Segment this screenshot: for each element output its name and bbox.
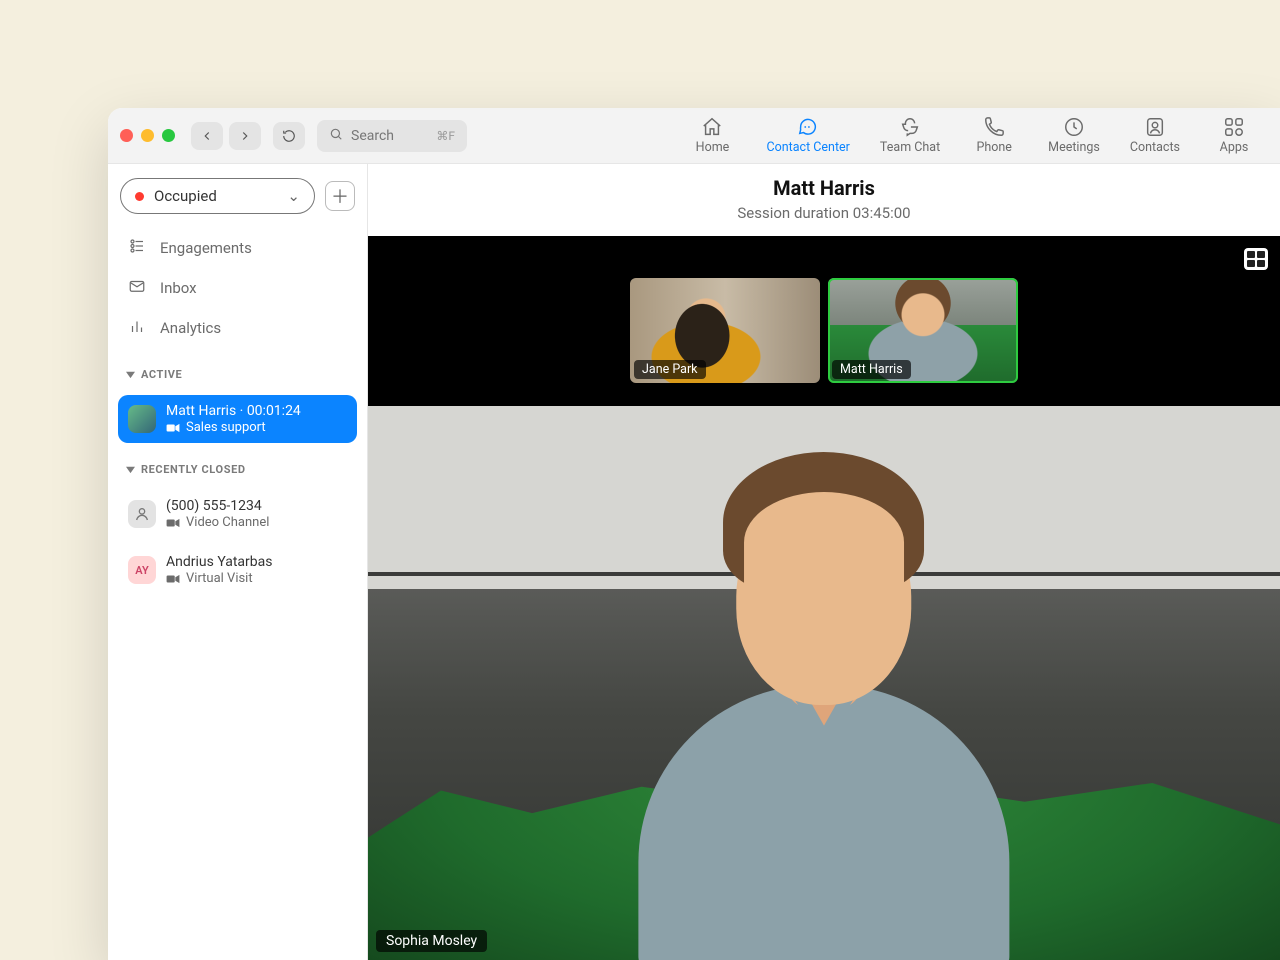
participant-name-badge: Matt Harris bbox=[832, 360, 911, 379]
nav-label: Team Chat bbox=[880, 140, 940, 155]
nav-label: Meetings bbox=[1048, 140, 1100, 155]
main-panel: Matt Harris Session duration 03:45:00 Ja… bbox=[368, 164, 1280, 960]
nav-team-chat[interactable]: Team Chat bbox=[880, 116, 940, 155]
nav-label: Phone bbox=[976, 140, 1011, 155]
engagement-title: Andrius Yatarbas bbox=[166, 554, 273, 570]
agent-status-label: Occupied bbox=[154, 187, 217, 205]
video-area: Jane Park Matt Harris bbox=[368, 236, 1280, 960]
session-duration: Session duration 03:45:00 bbox=[368, 204, 1280, 222]
engagement-channel: Sales support bbox=[166, 420, 301, 435]
participant-name-badge: Sophia Mosley bbox=[376, 930, 487, 952]
video-icon bbox=[166, 518, 180, 528]
video-thumbnail-strip: Jane Park Matt Harris bbox=[630, 278, 1018, 383]
video-person bbox=[560, 450, 1089, 960]
status-dot-icon bbox=[135, 192, 144, 201]
engagement-item-active[interactable]: Matt Harris · 00:01:24 Sales support bbox=[118, 395, 357, 443]
sidebar-item-label: Engagements bbox=[160, 239, 252, 257]
avatar bbox=[128, 405, 156, 433]
search-placeholder: Search bbox=[351, 128, 394, 144]
bar-chart-icon bbox=[128, 317, 146, 339]
caret-down-icon bbox=[126, 370, 135, 379]
new-engagement-button[interactable]: ＋ bbox=[325, 181, 355, 211]
sidebar: Occupied ⌄ ＋ Engagements Inbox Analytics bbox=[108, 164, 368, 960]
video-thumbnail[interactable]: Jane Park bbox=[630, 278, 820, 383]
sidebar-nav: Engagements Inbox Analytics bbox=[116, 222, 359, 348]
agent-status-dropdown[interactable]: Occupied ⌄ bbox=[120, 178, 315, 214]
top-nav: Home Contact Center Team Chat Phone Meet… bbox=[688, 116, 1268, 155]
sidebar-item-analytics[interactable]: Analytics bbox=[118, 308, 357, 348]
back-button[interactable] bbox=[191, 122, 223, 150]
nav-contacts[interactable]: Contacts bbox=[1130, 116, 1180, 155]
chevron-down-icon: ⌄ bbox=[287, 187, 300, 205]
video-icon bbox=[166, 574, 180, 584]
history-button[interactable] bbox=[273, 122, 305, 150]
nav-home[interactable]: Home bbox=[688, 116, 736, 155]
sidebar-item-label: Analytics bbox=[160, 319, 221, 337]
nav-meetings[interactable]: Meetings bbox=[1048, 116, 1100, 155]
section-header-recently-closed[interactable]: RECENTLY CLOSED bbox=[116, 451, 359, 482]
engagement-title: Matt Harris · 00:01:24 bbox=[166, 403, 301, 419]
view-layout-button[interactable] bbox=[1244, 248, 1268, 270]
avatar: AY bbox=[128, 556, 156, 584]
engagement-title: (500) 555-1234 bbox=[166, 498, 269, 514]
forward-button[interactable] bbox=[229, 122, 261, 150]
history-nav bbox=[191, 122, 261, 150]
video-thumbnail-speaking[interactable]: Matt Harris bbox=[828, 278, 1018, 383]
avatar bbox=[128, 500, 156, 528]
search-shortcut: ⌘F bbox=[436, 129, 455, 143]
participant-name-badge: Jane Park bbox=[634, 360, 706, 379]
sidebar-item-label: Inbox bbox=[160, 279, 197, 297]
search-icon bbox=[329, 126, 343, 145]
engagement-channel: Virtual Visit bbox=[166, 571, 273, 586]
nav-label: Contacts bbox=[1130, 140, 1180, 155]
nav-contact-center[interactable]: Contact Center bbox=[766, 116, 849, 155]
sliders-icon bbox=[128, 237, 146, 259]
sidebar-item-inbox[interactable]: Inbox bbox=[118, 268, 357, 308]
nav-apps[interactable]: Apps bbox=[1210, 116, 1258, 155]
close-window-button[interactable] bbox=[120, 129, 133, 142]
search-input[interactable]: Search ⌘F bbox=[317, 120, 467, 152]
video-icon bbox=[166, 423, 180, 433]
engagement-item[interactable]: (500) 555-1234 Video Channel bbox=[118, 490, 357, 538]
section-label: RECENTLY CLOSED bbox=[141, 463, 246, 476]
window-controls bbox=[120, 129, 175, 142]
session-contact-name: Matt Harris bbox=[368, 176, 1280, 200]
engagement-item[interactable]: AY Andrius Yatarbas Virtual Visit bbox=[118, 546, 357, 594]
nav-label: Contact Center bbox=[766, 140, 849, 155]
engagement-channel: Video Channel bbox=[166, 515, 269, 530]
sidebar-item-engagements[interactable]: Engagements bbox=[118, 228, 357, 268]
minimize-window-button[interactable] bbox=[141, 129, 154, 142]
nav-label: Apps bbox=[1220, 140, 1249, 155]
nav-label: Home bbox=[696, 140, 730, 155]
section-label: ACTIVE bbox=[141, 368, 182, 381]
session-header: Matt Harris Session duration 03:45:00 bbox=[368, 164, 1280, 236]
mail-icon bbox=[128, 277, 146, 299]
caret-down-icon bbox=[126, 465, 135, 474]
nav-phone[interactable]: Phone bbox=[970, 116, 1018, 155]
video-stage[interactable]: Sophia Mosley bbox=[368, 406, 1280, 960]
titlebar: Search ⌘F Home Contact Center Team Chat … bbox=[108, 108, 1280, 164]
section-header-active[interactable]: ACTIVE bbox=[116, 356, 359, 387]
zoom-window-button[interactable] bbox=[162, 129, 175, 142]
app-window: Search ⌘F Home Contact Center Team Chat … bbox=[108, 108, 1280, 960]
